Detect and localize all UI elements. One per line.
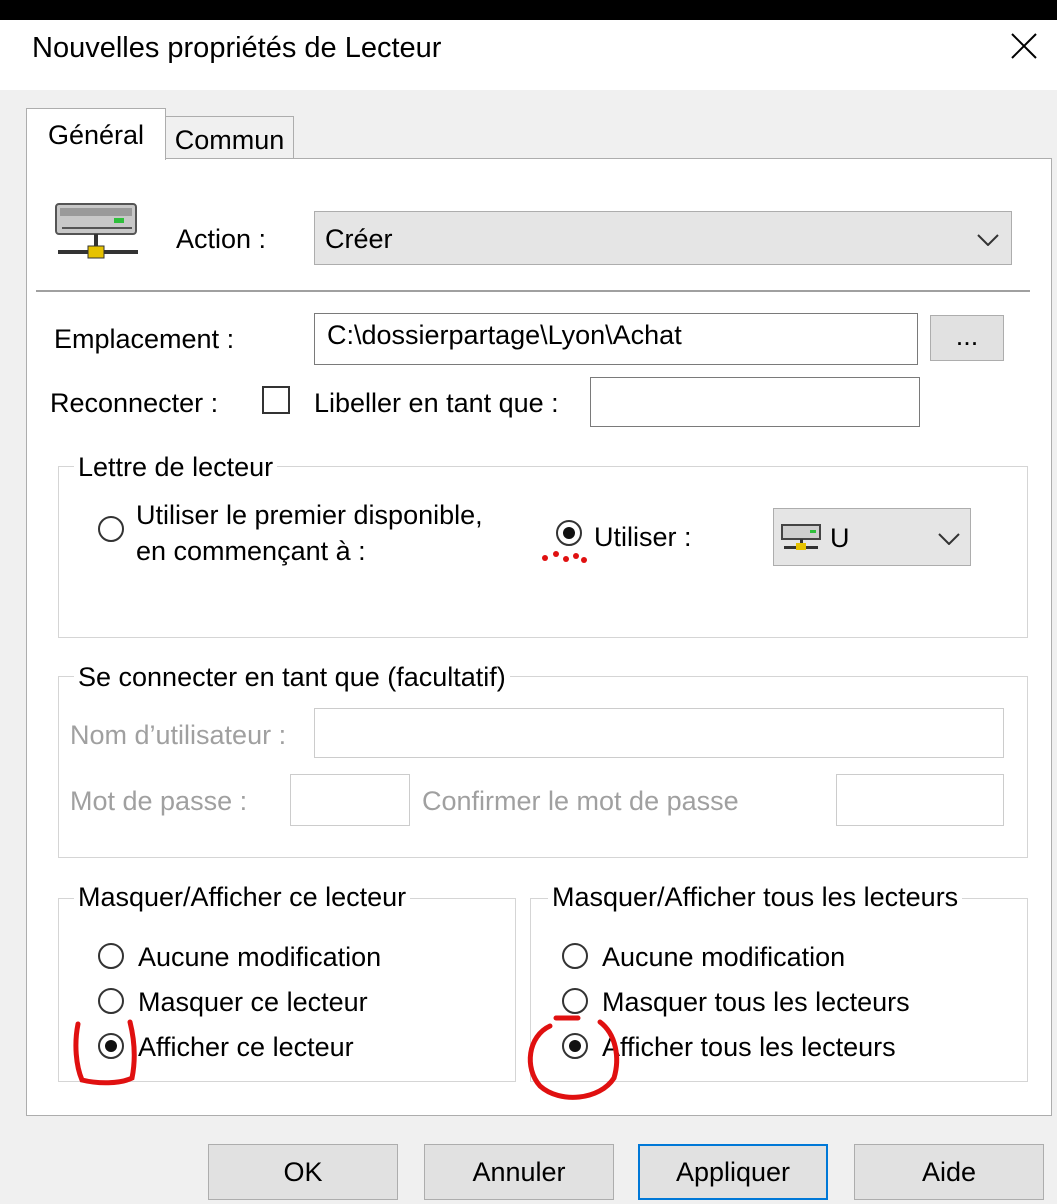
username-input[interactable] [314, 708, 1004, 758]
action-select[interactable]: Créer [314, 211, 1012, 265]
annotation-circle [73, 1019, 137, 1086]
label-as-label: Libeller en tant que : [314, 388, 559, 418]
drive-letter-legend: Lettre de lecteur [74, 452, 278, 483]
hide-this-legend: Masquer/Afficher ce lecteur [74, 882, 411, 913]
location-input[interactable]: C:\dossierpartage\Lyon\Achat [314, 313, 918, 365]
radio-use-letter[interactable] [556, 520, 582, 546]
top-black-bar [0, 0, 1057, 20]
radio-hide-this-hide[interactable] [98, 988, 124, 1014]
chevron-down-icon [977, 234, 999, 246]
location-label: Emplacement : [54, 324, 235, 354]
hide-this-option-label: Masquer ce lecteur [138, 987, 368, 1017]
tab-commun[interactable]: Commun [166, 116, 294, 158]
confirm-password-label: Confirmer le mot de passe [422, 786, 739, 816]
hide-all-option-label: Masquer tous les lecteurs [602, 987, 910, 1017]
tab-general[interactable]: Général [26, 108, 166, 160]
hide-all-option-label: Afficher tous les lecteurs [602, 1032, 896, 1062]
annotation-dots [542, 551, 587, 563]
action-select-value: Créer [325, 224, 393, 254]
browse-button[interactable]: ... [930, 315, 1004, 361]
connect-as-group [58, 676, 1028, 858]
network-drive-icon [781, 524, 821, 550]
network-drive-icon [55, 203, 138, 259]
connect-as-legend: Se connecter en tant que (facultatif) [74, 662, 510, 693]
reconnect-label: Reconnecter : [50, 388, 219, 418]
cancel-button[interactable]: Annuler [424, 1144, 614, 1200]
hide-all-legend: Masquer/Afficher tous les lecteurs [548, 882, 963, 913]
radio-first-available[interactable] [98, 516, 124, 542]
password-label: Mot de passe : [70, 786, 248, 816]
chevron-down-icon [938, 533, 960, 545]
first-available-label-line1: Utiliser le premier disponible, [136, 500, 483, 530]
reconnect-checkbox[interactable] [262, 386, 290, 414]
apply-button[interactable]: Appliquer [638, 1144, 828, 1200]
drive-letter-value: U [830, 523, 850, 553]
close-icon[interactable] [1004, 26, 1044, 66]
help-button[interactable]: Aide [854, 1144, 1044, 1200]
hide-all-option-label: Aucune modification [602, 942, 846, 972]
location-input-value: C:\dossierpartage\Lyon\Achat [327, 320, 682, 350]
separator [36, 290, 1030, 292]
radio-hide-all-no-change[interactable] [562, 943, 588, 969]
password-input[interactable] [290, 774, 410, 826]
first-available-label-line2: en commençant à : [136, 536, 366, 566]
action-label: Action : [176, 224, 267, 254]
radio-hide-this-no-change[interactable] [98, 943, 124, 969]
confirm-password-input[interactable] [836, 774, 1004, 826]
hide-this-option-label: Afficher ce lecteur [138, 1032, 354, 1062]
window-title: Nouvelles propriétés de Lecteur [32, 32, 442, 64]
label-as-input[interactable] [590, 377, 920, 427]
annotation-circle [527, 1015, 620, 1100]
use-letter-label: Utiliser : [594, 522, 692, 552]
hide-this-option-label: Aucune modification [138, 942, 382, 972]
username-label: Nom d’utilisateur : [70, 720, 287, 750]
ok-button[interactable]: OK [208, 1144, 398, 1200]
drive-letter-select[interactable]: U [773, 508, 971, 566]
